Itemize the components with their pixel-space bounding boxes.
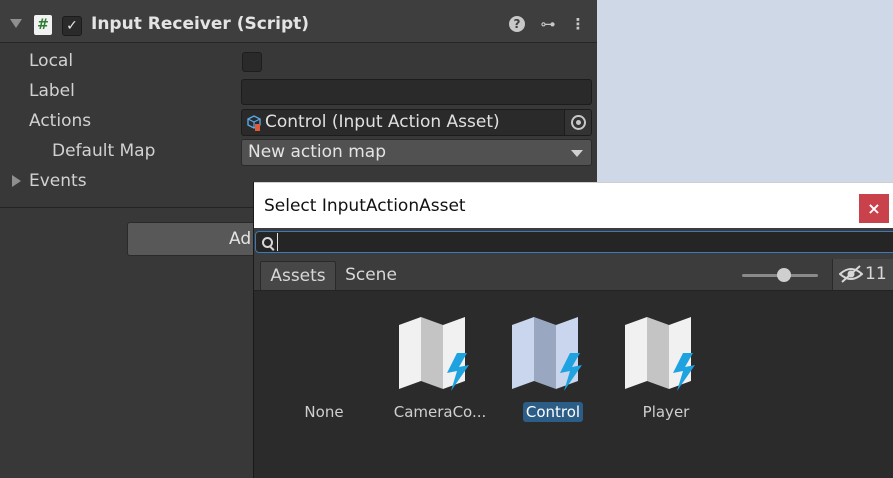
default-map-dropdown[interactable]: New action map bbox=[241, 139, 592, 166]
asset-item-label: Player bbox=[642, 403, 690, 421]
input-action-asset-icon bbox=[399, 317, 469, 391]
add-component-label: Ad bbox=[229, 229, 252, 249]
input-action-asset-icon bbox=[512, 317, 582, 391]
events-foldout-label[interactable]: Events bbox=[29, 171, 87, 191]
events-foldout-arrow-icon[interactable] bbox=[12, 175, 21, 187]
asset-item-player[interactable]: Player bbox=[616, 291, 716, 441]
component-enabled-checkbox[interactable]: ✓ bbox=[62, 16, 82, 36]
text-caret bbox=[277, 233, 278, 251]
tab-scene[interactable]: Scene bbox=[338, 261, 404, 289]
asset-item-label: CameraCo... bbox=[393, 403, 487, 421]
hidden-count: 11 bbox=[865, 264, 887, 284]
script-icon: # bbox=[34, 15, 52, 35]
label-label: Label bbox=[29, 81, 75, 101]
asset-grid: None CameraCo... Control Player bbox=[254, 291, 893, 478]
help-icon[interactable]: ? bbox=[509, 16, 525, 32]
tab-assets[interactable]: Assets bbox=[260, 261, 336, 290]
input-action-asset-icon bbox=[625, 317, 695, 391]
object-picker-icon bbox=[571, 115, 586, 130]
search-input[interactable] bbox=[255, 231, 893, 253]
preset-icon[interactable]: ⊶ bbox=[538, 14, 558, 34]
search-icon bbox=[262, 237, 273, 248]
foldout-arrow-icon[interactable] bbox=[10, 19, 22, 28]
local-checkbox[interactable] bbox=[242, 52, 262, 72]
context-menu-icon[interactable]: ⋮ bbox=[570, 14, 586, 34]
component-header[interactable]: # ✓ Input Receiver (Script) ? ⊶ ⋮ bbox=[0, 0, 597, 43]
asset-item-none[interactable]: None bbox=[274, 291, 374, 441]
asset-item-cameraco[interactable]: CameraCo... bbox=[390, 291, 490, 441]
default-map-value: New action map bbox=[248, 142, 386, 162]
picker-titlebar[interactable]: Select InputActionAsset × bbox=[254, 182, 893, 229]
asset-item-label: Control bbox=[503, 402, 603, 422]
eye-hidden-icon bbox=[839, 265, 863, 283]
default-map-label: Default Map bbox=[52, 141, 156, 161]
component-title: Input Receiver (Script) bbox=[91, 14, 310, 34]
asset-item-control[interactable]: Control bbox=[503, 291, 603, 441]
actions-label: Actions bbox=[29, 111, 92, 131]
search-bar bbox=[254, 228, 893, 258]
object-picker-window: Select InputActionAsset × Assets Scene 1… bbox=[253, 182, 893, 478]
hidden-packages-toggle[interactable]: 11 bbox=[832, 259, 893, 290]
label-text-field[interactable] bbox=[241, 79, 592, 105]
actions-object-field[interactable]: Control (Input Action Asset) bbox=[241, 109, 592, 136]
asset-item-label: None bbox=[304, 403, 344, 421]
object-picker-button[interactable] bbox=[564, 110, 591, 135]
zoom-slider-handle[interactable] bbox=[776, 268, 791, 282]
local-label: Local bbox=[29, 51, 74, 71]
input-action-asset-icon bbox=[247, 115, 261, 131]
chevron-down-icon bbox=[571, 150, 583, 157]
close-button[interactable]: × bbox=[859, 194, 889, 223]
picker-title: Select InputActionAsset bbox=[264, 196, 466, 216]
actions-object-value: Control (Input Action Asset) bbox=[265, 112, 500, 132]
